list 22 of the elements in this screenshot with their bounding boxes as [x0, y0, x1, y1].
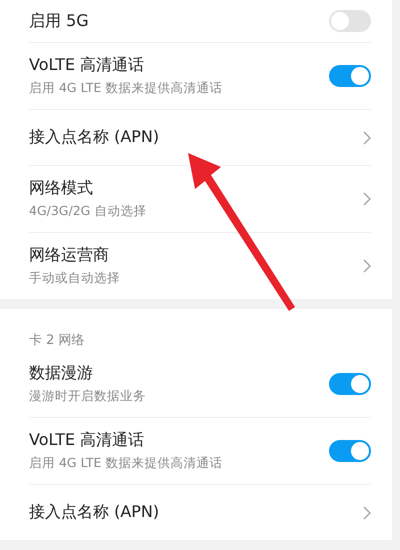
- setting-title: VoLTE 高清通话: [29, 55, 146, 76]
- toggle-switch[interactable]: [329, 440, 371, 462]
- chevron-icon: [363, 192, 371, 206]
- setting-title: VoLTE 高清通话: [29, 430, 146, 451]
- chevron-icon: [363, 259, 371, 273]
- setting-title: 接入点名称 (APN): [29, 127, 160, 148]
- setting-title: 网络运营商: [29, 245, 110, 266]
- setting-title: 网络模式: [29, 178, 94, 199]
- setting-subtitle: 手动或自动选择: [29, 270, 121, 287]
- setting-subtitle: 启用 4G LTE 数据来提供高清通话: [29, 80, 224, 97]
- setting-title: 接入点名称 (APN): [29, 502, 160, 523]
- setting-subtitle: 漫游时开启数据业务: [29, 388, 147, 405]
- toggle-switch[interactable]: [329, 10, 371, 32]
- toggle-switch[interactable]: [329, 373, 371, 395]
- setting-title: 启用 5G: [29, 10, 90, 32]
- toggle-switch[interactable]: [329, 65, 371, 87]
- section-header: 卡 2 网络: [29, 332, 86, 350]
- chevron-icon: [363, 506, 371, 520]
- setting-title: 数据漫游: [29, 363, 94, 384]
- chevron-icon: [363, 130, 371, 144]
- setting-subtitle: 4G/3G/2G 自动选择: [29, 203, 148, 220]
- setting-subtitle: 启用 4G LTE 数据来提供高清通话: [29, 455, 224, 472]
